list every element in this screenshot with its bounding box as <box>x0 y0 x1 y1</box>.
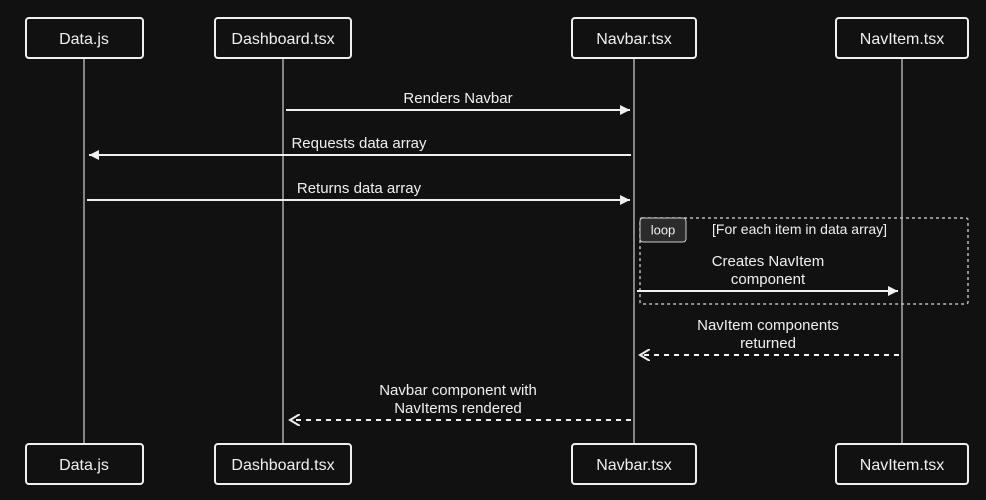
message-text-line2: returned <box>740 335 796 352</box>
message-text-line1: NavItem components <box>697 317 839 334</box>
participant-label: Data.js <box>59 457 109 474</box>
participant-label: NavItem.tsx <box>860 457 944 474</box>
message-text: Returns data array <box>297 180 422 197</box>
participant-bottom-navbar: Navbar.tsx <box>572 444 696 484</box>
message-text-line2: component <box>731 271 806 288</box>
loop-condition: [For each item in data array] <box>712 221 887 237</box>
participant-label: Data.js <box>59 31 109 48</box>
message-text-line1: Creates NavItem <box>712 253 825 270</box>
message-requests-data: Requests data array <box>89 135 631 155</box>
sequence-diagram: Data.js Dashboard.tsx Navbar.tsx NavItem… <box>0 0 986 500</box>
participant-label: Navbar.tsx <box>596 457 672 474</box>
message-text: Renders Navbar <box>403 90 512 107</box>
participant-bottom-data: Data.js <box>26 444 143 484</box>
participant-label: NavItem.tsx <box>860 31 944 48</box>
message-text-line1: Navbar component with <box>379 382 537 399</box>
message-text-line2: NavItems rendered <box>394 400 522 417</box>
participant-label: Dashboard.tsx <box>231 31 334 48</box>
message-creates-navitem: Creates NavItem component <box>637 253 898 291</box>
participant-top-dashboard: Dashboard.tsx <box>215 18 351 58</box>
message-returns-data: Returns data array <box>87 180 630 200</box>
message-renders-navbar: Renders Navbar <box>286 90 630 110</box>
message-navitems-returned: NavItem components returned <box>640 317 899 355</box>
message-navbar-rendered: Navbar component with NavItems rendered <box>290 382 631 420</box>
participant-top-navitem: NavItem.tsx <box>836 18 968 58</box>
participant-top-data: Data.js <box>26 18 143 58</box>
participant-bottom-dashboard: Dashboard.tsx <box>215 444 351 484</box>
participant-label: Navbar.tsx <box>596 31 672 48</box>
participant-bottom-navitem: NavItem.tsx <box>836 444 968 484</box>
message-text: Requests data array <box>291 135 427 152</box>
participant-label: Dashboard.tsx <box>231 457 334 474</box>
loop-label: loop <box>651 222 676 237</box>
participant-top-navbar: Navbar.tsx <box>572 18 696 58</box>
